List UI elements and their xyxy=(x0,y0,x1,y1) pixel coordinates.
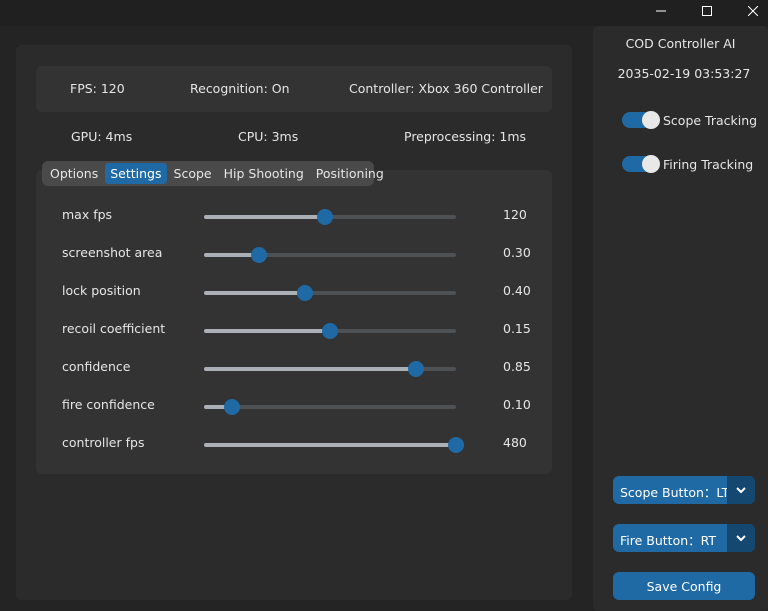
setting-row-fire-confidence: fire confidence 0.10 xyxy=(62,396,542,416)
setting-label: max fps xyxy=(62,207,113,222)
setting-row-max-fps: max fps 120 xyxy=(62,206,542,226)
setting-label: fire confidence xyxy=(62,397,155,412)
close-icon[interactable] xyxy=(730,0,768,22)
max-fps-slider[interactable] xyxy=(204,209,456,225)
preprocessing-time: Preprocessing: 1ms xyxy=(404,129,527,144)
status-bar: FPS: 120 Recognition: On Controller: Xbo… xyxy=(36,66,552,112)
tab-settings[interactable]: Settings xyxy=(105,163,167,184)
slider-handle[interactable] xyxy=(296,285,313,301)
save-config-button[interactable]: Save Config xyxy=(613,572,755,600)
toggle-switch[interactable] xyxy=(622,155,660,173)
screenshot-area-slider[interactable] xyxy=(204,247,456,263)
setting-value: 0.15 xyxy=(503,321,531,336)
tab-options[interactable]: Options xyxy=(45,163,103,184)
slider-handle[interactable] xyxy=(448,437,464,453)
setting-row-controller-fps: controller fps 480 xyxy=(62,434,542,454)
setting-label: lock position xyxy=(62,283,141,298)
slider-handle[interactable] xyxy=(322,323,338,339)
setting-value: 0.10 xyxy=(503,397,531,412)
chevron-down-icon[interactable] xyxy=(727,524,755,552)
datetime-label: 2035-02-19 03:53:27 xyxy=(617,66,751,81)
scope-tracking-switch[interactable]: Scope Tracking xyxy=(622,110,757,130)
title-bar xyxy=(0,0,768,26)
setting-value: 480 xyxy=(503,435,527,450)
setting-value: 0.30 xyxy=(503,245,531,260)
firing-tracking-label: Firing Tracking xyxy=(663,156,754,172)
tab-hip-shooting[interactable]: Hip Shooting xyxy=(219,163,309,184)
tab-bar: Options Settings Scope Hip Shooting Posi… xyxy=(42,161,384,186)
setting-row-lock-position: lock position 0.40 xyxy=(62,282,542,302)
setting-value: 120 xyxy=(503,207,527,222)
slider-handle[interactable] xyxy=(407,361,424,377)
slider-handle[interactable] xyxy=(223,399,240,415)
minimize-icon[interactable] xyxy=(638,0,684,22)
controller-fps-slider[interactable] xyxy=(204,437,464,453)
slider-handle[interactable] xyxy=(251,247,268,263)
tab-scope[interactable]: Scope xyxy=(169,163,217,184)
app-title: COD Controller AI xyxy=(625,36,736,51)
scope-tracking-label: Scope Tracking xyxy=(663,112,758,128)
setting-label: recoil coefficient xyxy=(62,321,166,336)
cpu-time: CPU: 3ms xyxy=(238,129,299,144)
slider-handle[interactable] xyxy=(316,209,333,225)
gpu-time: GPU: 4ms xyxy=(71,129,133,144)
setting-row-confidence: confidence 0.85 xyxy=(62,358,542,378)
fps-status: FPS: 120 xyxy=(70,81,125,96)
scope-button-value: Scope Button：LT xyxy=(620,485,730,500)
recoil-coefficient-slider[interactable] xyxy=(204,323,456,339)
chevron-down-icon[interactable] xyxy=(727,476,755,504)
fire-button-value: Fire Button：RT xyxy=(620,533,717,548)
setting-label: controller fps xyxy=(62,435,145,450)
toggle-switch[interactable] xyxy=(622,111,660,129)
setting-label: confidence xyxy=(62,359,131,374)
lock-position-slider[interactable] xyxy=(204,285,456,301)
controller-status: Controller: Xbox 360 Controller xyxy=(349,81,543,96)
setting-label: screenshot area xyxy=(62,245,163,260)
scope-button-select[interactable]: Scope Button：LT xyxy=(613,476,755,504)
tab-positioning[interactable]: Positioning xyxy=(311,163,389,184)
maximize-icon[interactable] xyxy=(684,0,730,22)
fire-confidence-slider[interactable] xyxy=(204,399,456,415)
firing-tracking-switch[interactable]: Firing Tracking xyxy=(622,154,753,174)
confidence-slider[interactable] xyxy=(204,361,456,377)
recognition-status: Recognition: On xyxy=(190,81,290,96)
setting-row-screenshot-area: screenshot area 0.30 xyxy=(62,244,542,264)
setting-row-recoil-coefficient: recoil coefficient 0.15 xyxy=(62,320,542,340)
fire-button-select[interactable]: Fire Button：RT xyxy=(613,524,755,552)
setting-value: 0.40 xyxy=(503,283,531,298)
setting-value: 0.85 xyxy=(503,359,531,374)
